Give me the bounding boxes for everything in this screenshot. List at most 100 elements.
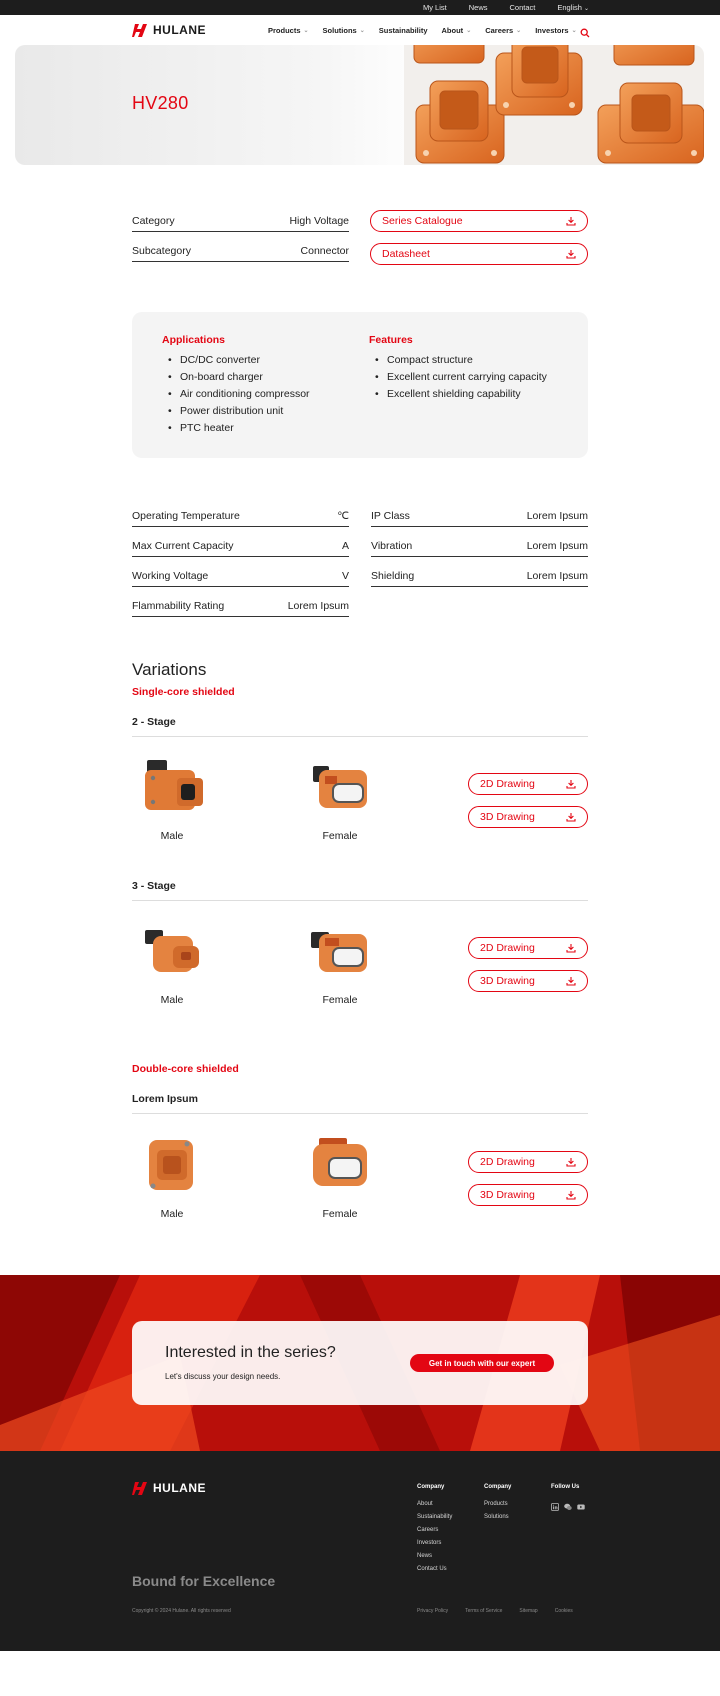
cta-text: Let's discuss your design needs. (165, 1372, 281, 1381)
spec-label: Flammability Rating (132, 600, 225, 612)
nav-item-careers[interactable]: Careers ⌄ (485, 26, 521, 35)
connector-male-image (145, 930, 199, 972)
page-title: HV280 (132, 93, 189, 113)
copyright: Copyright © 2024 Hulane. All rights rese… (132, 1608, 231, 1614)
logo-text: HULANE (153, 1481, 206, 1495)
3d-drawing-button[interactable]: 3D Drawing (468, 1184, 588, 1206)
linkedin-icon[interactable] (551, 1498, 559, 1511)
download-icon (566, 250, 576, 259)
cookies-link[interactable]: Cookies (555, 1608, 573, 1614)
applications-column: Applications DC/DC converter On-board ch… (162, 334, 352, 437)
series-catalogue-button[interactable]: Series Catalogue (370, 210, 588, 232)
3d-drawing-button[interactable]: 3D Drawing (468, 806, 588, 828)
footer-column-title: Company (417, 1484, 445, 1490)
hero-product-image (404, 45, 704, 165)
footer-link[interactable]: Solutions (484, 1511, 511, 1524)
list-item: Excellent shielding capability (369, 386, 549, 403)
spec-row: Max Current Capacity A (132, 535, 349, 557)
language-select[interactable]: English ⌄ (557, 3, 589, 12)
category-label: Category (132, 215, 175, 227)
nav-item-label: Products (268, 25, 301, 35)
category-row: Category High Voltage (132, 210, 349, 232)
nav-item-solutions[interactable]: Solutions ⌄ (323, 26, 365, 35)
2d-drawing-button[interactable]: 2D Drawing (468, 1151, 588, 1173)
product-male[interactable]: Male (132, 920, 212, 1006)
news-link[interactable]: News (469, 3, 488, 12)
drawing-label: 3D Drawing (480, 975, 535, 987)
nav-item-investors[interactable]: Investors ⌄ (535, 26, 576, 35)
product-caption: Male (160, 830, 184, 842)
my-list-link[interactable]: My List (423, 3, 447, 12)
search-icon[interactable] (580, 25, 590, 38)
datasheet-button[interactable]: Datasheet (370, 243, 588, 265)
drawing-label: 2D Drawing (480, 1156, 535, 1168)
2d-drawing-button[interactable]: 2D Drawing (468, 937, 588, 959)
drawing-label: 2D Drawing (480, 942, 535, 954)
product-female[interactable]: Female (300, 756, 380, 842)
nav-item-sustainability[interactable]: Sustainability (379, 26, 428, 35)
footer: HULANE Company About Sustainability Care… (0, 1451, 720, 1651)
list-item: Excellent current carrying capacity (369, 369, 549, 386)
spec-label: Max Current Capacity (132, 540, 234, 552)
footer-link[interactable]: Contact Us (417, 1563, 452, 1576)
category-value: High Voltage (289, 215, 349, 227)
download-icon (566, 944, 576, 953)
series-catalogue-label: Series Catalogue (382, 215, 463, 227)
product-caption: Female (322, 1208, 358, 1220)
features-column: Features Compact structure Excellent cur… (369, 334, 549, 403)
product-female[interactable]: Female (300, 920, 380, 1006)
terms-link[interactable]: Terms of Service (465, 1608, 502, 1614)
connector-male-image (149, 1140, 193, 1190)
legal-links: Privacy Policy Terms of Service Sitemap … (417, 1608, 573, 1614)
stage-title: 2 - Stage (132, 716, 588, 737)
footer-link[interactable]: Sustainability (417, 1511, 452, 1524)
cta-heading: Interested in the series? (165, 1344, 336, 1361)
product-female[interactable]: Female (300, 1134, 380, 1220)
nav-item-products[interactable]: Products ⌄ (268, 26, 309, 35)
footer-link[interactable]: News (417, 1550, 452, 1563)
features-title: Features (369, 334, 413, 346)
footer-link[interactable]: Products (484, 1498, 511, 1511)
nav-item-label: Careers (485, 25, 514, 35)
spec-row: Operating Temperature ℃ (132, 505, 349, 527)
product-male[interactable]: Male (132, 756, 212, 842)
sitemap-link[interactable]: Sitemap (519, 1608, 537, 1614)
footer-logo[interactable]: HULANE (132, 1481, 206, 1495)
drawing-label: 3D Drawing (480, 1189, 535, 1201)
nav-item-label: About (441, 25, 464, 35)
spec-label: Working Voltage (132, 570, 209, 582)
2d-drawing-button[interactable]: 2D Drawing (468, 773, 588, 795)
main-nav: HULANE Products ⌄ Solutions ⌄ Sustainabili… (0, 15, 720, 45)
product-caption: Female (322, 830, 358, 842)
spec-value: ℃ (337, 510, 349, 522)
nav-item-label: Solutions (322, 25, 357, 35)
wechat-icon[interactable] (564, 1498, 572, 1510)
footer-column-company: Company About Sustainability Careers Inv… (417, 1484, 452, 1576)
spec-value: Lorem Ipsum (287, 600, 349, 612)
download-icon (566, 217, 576, 226)
contact-link[interactable]: Contact (510, 3, 536, 12)
footer-link[interactable]: About (417, 1498, 452, 1511)
spec-row: Working Voltage V (132, 565, 349, 587)
nav-item-about[interactable]: About ⌄ (442, 26, 472, 35)
3d-drawing-button[interactable]: 3D Drawing (468, 970, 588, 992)
logo[interactable]: HULANE (132, 23, 206, 37)
download-icon (566, 813, 576, 822)
applications-features-panel: Applications DC/DC converter On-board ch… (132, 312, 588, 458)
product-caption: Female (322, 994, 358, 1006)
download-icon (566, 1191, 576, 1200)
privacy-policy-link[interactable]: Privacy Policy (417, 1608, 448, 1614)
connector-female-image (313, 766, 367, 808)
spec-label: Operating Temperature (132, 510, 240, 522)
datasheet-label: Datasheet (382, 248, 430, 260)
spec-row: Flammability Rating Lorem Ipsum (132, 595, 349, 617)
footer-link[interactable]: Investors (417, 1537, 452, 1550)
youtube-icon[interactable] (577, 1498, 585, 1510)
footer-link[interactable]: Careers (417, 1524, 452, 1537)
chevron-down-icon: ⌄ (303, 27, 309, 34)
product-male[interactable]: Male (132, 1134, 212, 1220)
subcategory-row: Subcategory Connector (132, 240, 349, 262)
stage-title: 3 - Stage (132, 880, 588, 901)
contact-expert-button[interactable]: Get in touch with our expert (410, 1354, 554, 1372)
subcategory-label: Subcategory (132, 245, 191, 257)
